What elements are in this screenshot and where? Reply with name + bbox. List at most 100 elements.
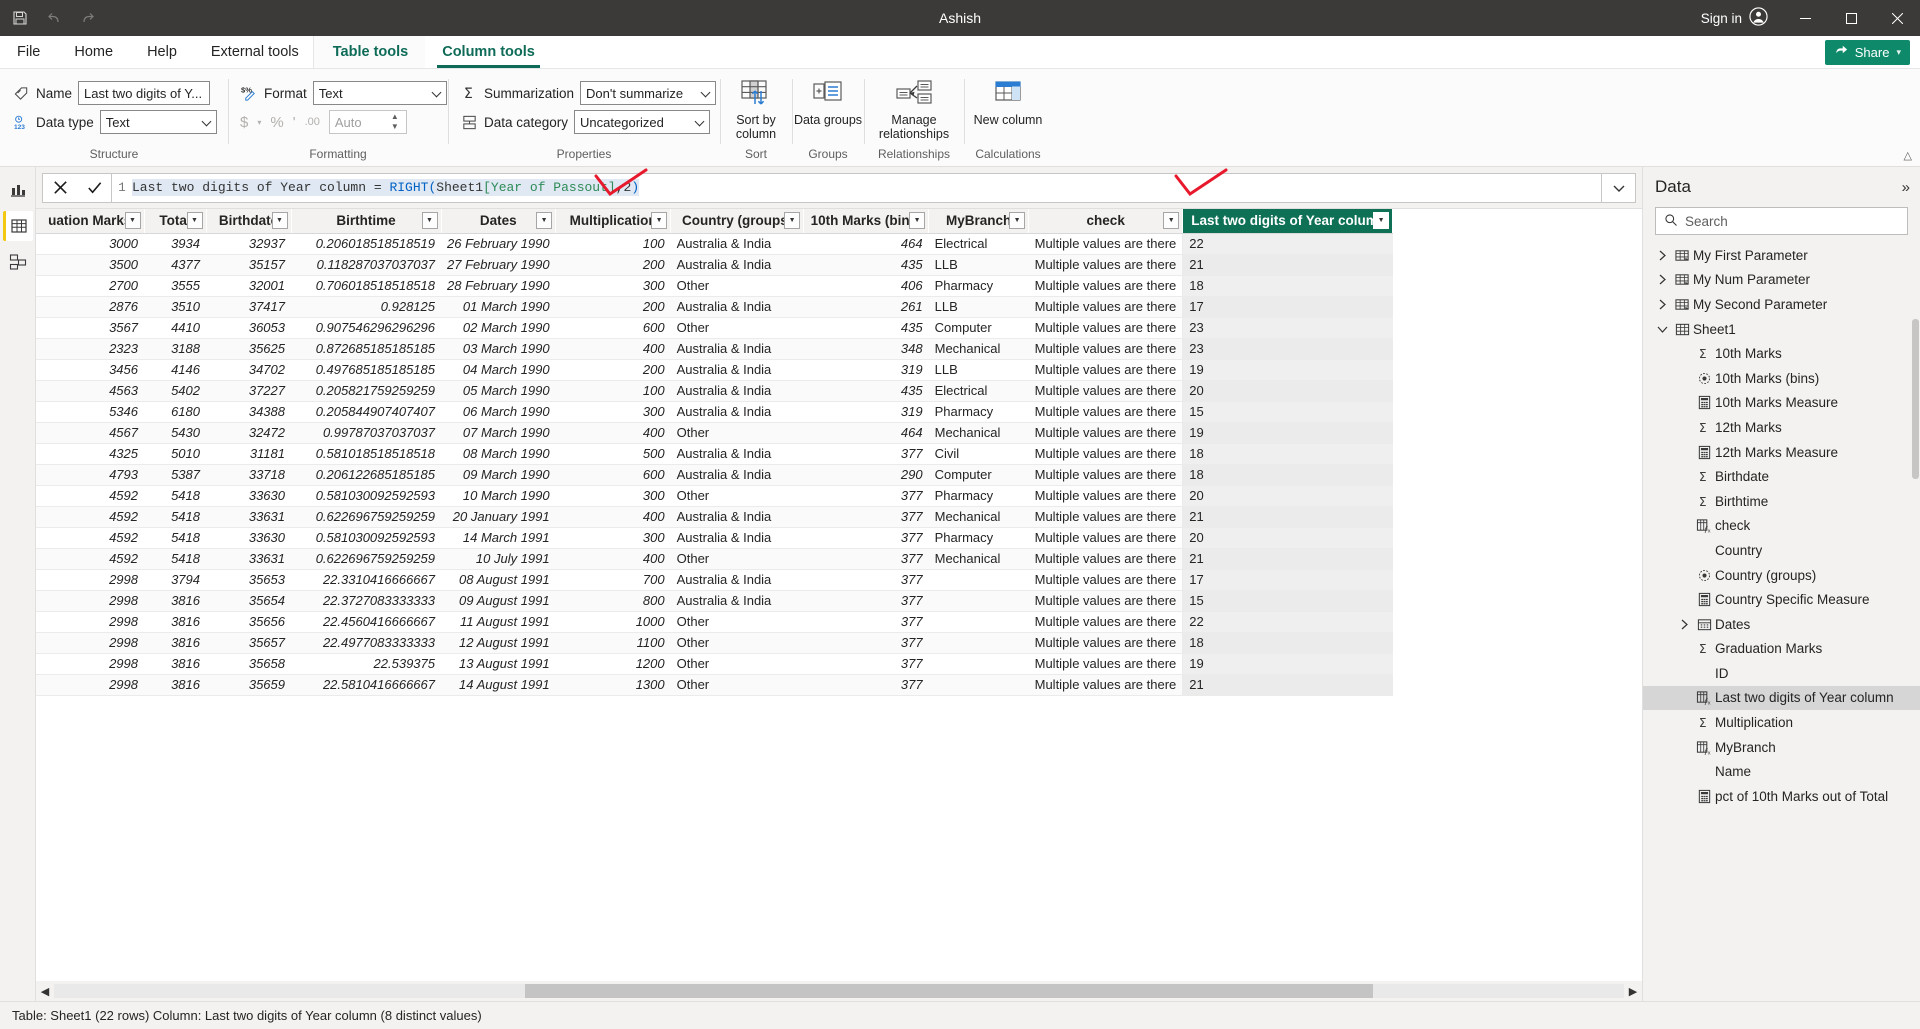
field-list-item-sheet1[interactable]: Sheet1 [1643,317,1920,342]
table-cell[interactable]: 200 [556,254,671,275]
table-cell[interactable]: 17 [1183,569,1393,590]
table-cell[interactable]: 0.581018518518518 [291,443,441,464]
table-cell[interactable]: 35653 [206,569,291,590]
table-row[interactable]: 299838163565622.456041666666711 August 1… [36,611,1393,632]
table-cell[interactable]: 319 [804,359,929,380]
field-list-item-graduation-marks[interactable]: ΣGraduation Marks [1643,637,1920,662]
table-cell[interactable]: 4592 [36,548,144,569]
table-cell[interactable]: 4325 [36,443,144,464]
table-cell[interactable]: Multiple values are there [1029,422,1183,443]
close-button[interactable] [1874,0,1920,36]
field-list-item-birthdate[interactable]: ΣBirthdate [1643,464,1920,489]
data-type-select[interactable]: Text [100,110,217,134]
search-input[interactable] [1685,214,1899,229]
table-cell[interactable] [929,632,1029,653]
table-cell[interactable]: Multiple values are there [1029,506,1183,527]
table-cell[interactable]: 1300 [556,674,671,695]
table-cell[interactable]: 22.3310416666667 [291,569,441,590]
table-cell[interactable]: 464 [804,422,929,443]
table-cell[interactable]: 19 [1183,422,1393,443]
tab-help[interactable]: Help [130,36,194,68]
table-cell[interactable]: 5430 [144,422,206,443]
table-cell[interactable]: 5346 [36,401,144,422]
field-list-item-last-two-digits-of-year-column[interactable]: fxLast two digits of Year column [1643,686,1920,711]
table-cell[interactable]: Multiple values are there [1029,611,1183,632]
table-cell[interactable]: 2998 [36,632,144,653]
table-cell[interactable]: Multiple values are there [1029,338,1183,359]
table-cell[interactable]: 300 [556,485,671,506]
field-list-item-dates[interactable]: Dates [1643,612,1920,637]
redo-icon[interactable] [78,8,98,28]
cancel-x-icon[interactable] [43,174,77,202]
table-cell[interactable]: 35657 [206,632,291,653]
table-cell[interactable]: 2998 [36,674,144,695]
table-cell[interactable]: Multiple values are there [1029,590,1183,611]
table-row[interactable]: 299838163565722.497708333333312 August 1… [36,632,1393,653]
column-header-check[interactable]: check▼ [1029,209,1183,233]
decimal-places-icon[interactable]: .00 [305,116,320,128]
table-cell[interactable]: 09 August 1991 [441,590,556,611]
table-cell[interactable]: Multiple values are there [1029,317,1183,338]
table-cell[interactable]: 11 August 1991 [441,611,556,632]
table-row[interactable]: 299838163565422.372708333333309 August 1… [36,590,1393,611]
table-cell[interactable]: Pharmacy [929,275,1029,296]
table-cell[interactable]: LLB [929,359,1029,380]
table-cell[interactable]: 35157 [206,254,291,275]
table-cell[interactable]: 20 January 1991 [441,506,556,527]
table-cell[interactable]: Pharmacy [929,485,1029,506]
table-cell[interactable]: 35658 [206,653,291,674]
field-search-box[interactable] [1655,207,1908,235]
table-cell[interactable]: 4567 [36,422,144,443]
table-cell[interactable]: 0.581030092592593 [291,485,441,506]
table-cell[interactable]: Multiple values are there [1029,254,1183,275]
table-cell[interactable]: 08 August 1991 [441,569,556,590]
table-cell[interactable]: 377 [804,653,929,674]
format-select[interactable]: Text [313,81,447,105]
scrollbar-track[interactable] [54,984,1624,998]
table-cell[interactable]: Australia & India [671,506,804,527]
table-cell[interactable]: 377 [804,590,929,611]
table-cell[interactable]: 21 [1183,254,1393,275]
column-header-total[interactable]: Total▼ [144,209,206,233]
double-chevron-right-icon[interactable]: » [1902,179,1908,196]
column-filter-icon[interactable]: ▼ [536,212,552,229]
table-cell[interactable]: 33630 [206,527,291,548]
table-row[interactable]: 299838163565822.53937513 August 19911200… [36,653,1393,674]
table-cell[interactable]: 3456 [36,359,144,380]
column-header-10th-marks-bins[interactable]: 10th Marks (bins)▼ [804,209,929,233]
table-cell[interactable]: 0.622696759259259 [291,548,441,569]
table-cell[interactable]: 0.118287037037037 [291,254,441,275]
data-groups-button[interactable]: Data groups [792,69,864,146]
table-cell[interactable]: 15 [1183,401,1393,422]
table-cell[interactable]: Other [671,317,804,338]
table-cell[interactable]: 18 [1183,443,1393,464]
chevron-right-icon[interactable] [1653,274,1671,285]
table-cell[interactable]: Australia & India [671,527,804,548]
data-grid-scroll[interactable]: uation Marks▼Total▼Birthdate▼Birthtime▼D… [36,209,1642,981]
table-row[interactable]: 45925418336310.62269675925925920 January… [36,506,1393,527]
column-header-birthdate[interactable]: Birthdate▼ [206,209,291,233]
table-cell[interactable]: 01 March 1990 [441,296,556,317]
table-cell[interactable]: 3816 [144,590,206,611]
table-cell[interactable]: Mechanical [929,506,1029,527]
table-cell[interactable]: Multiple values are there [1029,548,1183,569]
table-cell[interactable]: 22.5810416666667 [291,674,441,695]
table-cell[interactable]: 33631 [206,506,291,527]
table-cell[interactable]: 200 [556,296,671,317]
table-cell[interactable] [929,569,1029,590]
table-cell[interactable]: 12 August 1991 [441,632,556,653]
table-cell[interactable]: 377 [804,443,929,464]
table-cell[interactable]: Australia & India [671,590,804,611]
table-cell[interactable]: Australia & India [671,443,804,464]
table-cell[interactable]: 2700 [36,275,144,296]
chevron-right-icon[interactable] [1653,250,1671,261]
table-cell[interactable]: Other [671,485,804,506]
table-cell[interactable]: Multiple values are there [1029,275,1183,296]
table-cell[interactable]: Other [671,548,804,569]
table-cell[interactable]: 1200 [556,653,671,674]
table-cell[interactable]: 0.206122685185185 [291,464,441,485]
table-cell[interactable]: 35659 [206,674,291,695]
table-cell[interactable]: 0.205844907407407 [291,401,441,422]
data-view-icon[interactable] [3,211,33,241]
table-cell[interactable]: 09 March 1990 [441,464,556,485]
